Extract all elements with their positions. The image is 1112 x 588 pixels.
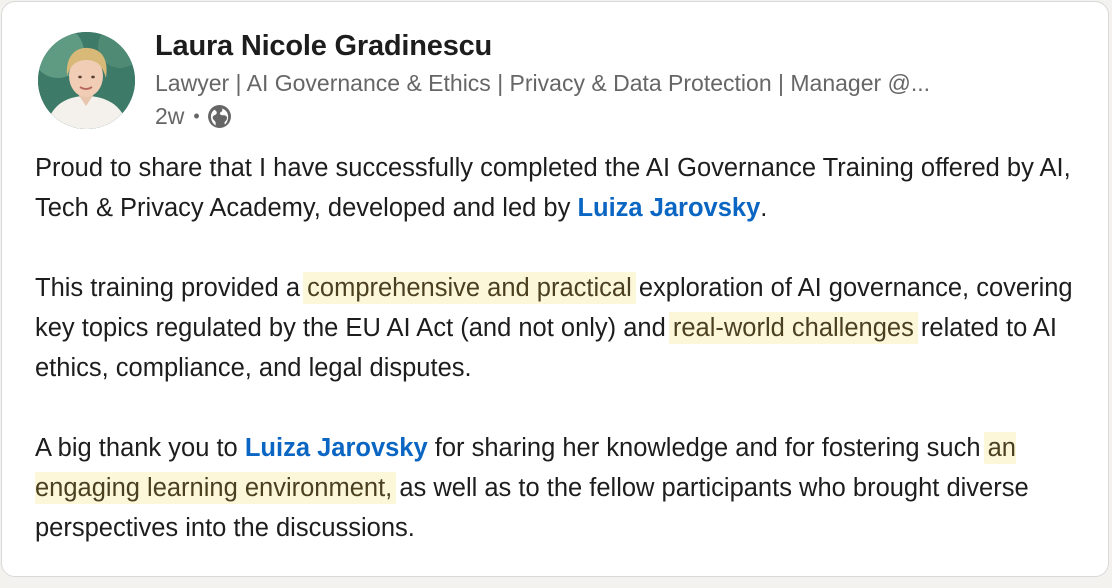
mention-link[interactable]: Luiza Jarovsky	[577, 194, 760, 222]
post-paragraph-2: This training provided a comprehensive a…	[35, 268, 1085, 388]
post-body: Proud to share that I have successfully …	[35, 148, 1085, 588]
avatar-photo	[38, 32, 135, 129]
post-time: 2w	[155, 102, 185, 129]
author-name[interactable]: Laura Nicole Gradinescu	[155, 30, 492, 63]
post-text: .	[760, 194, 768, 222]
post-text: Proud to share that I have successfully …	[35, 154, 1071, 222]
meta-separator: •	[193, 105, 200, 126]
post-text: A big thank you to	[35, 434, 245, 462]
post-text: for sharing her knowledge and for foster…	[427, 434, 988, 462]
avatar[interactable]	[38, 32, 135, 129]
post-card: Laura Nicole Gradinescu Lawyer | AI Gove…	[1, 1, 1109, 577]
post-meta: 2w •	[155, 102, 232, 130]
post-paragraph-3: A big thank you to Luiza Jarovsky for sh…	[35, 428, 1085, 548]
author-headline: Lawyer | AI Governance & Ethics | Privac…	[155, 70, 931, 96]
highlighted-text: real-world challenges	[668, 312, 918, 344]
highlighted-text: comprehensive and practical	[303, 272, 636, 304]
post-text: This training provided a	[35, 274, 308, 302]
mention-link[interactable]: Luiza Jarovsky	[245, 434, 428, 462]
post-paragraph-1: Proud to share that I have successfully …	[35, 148, 1085, 228]
globe-icon	[207, 104, 232, 129]
